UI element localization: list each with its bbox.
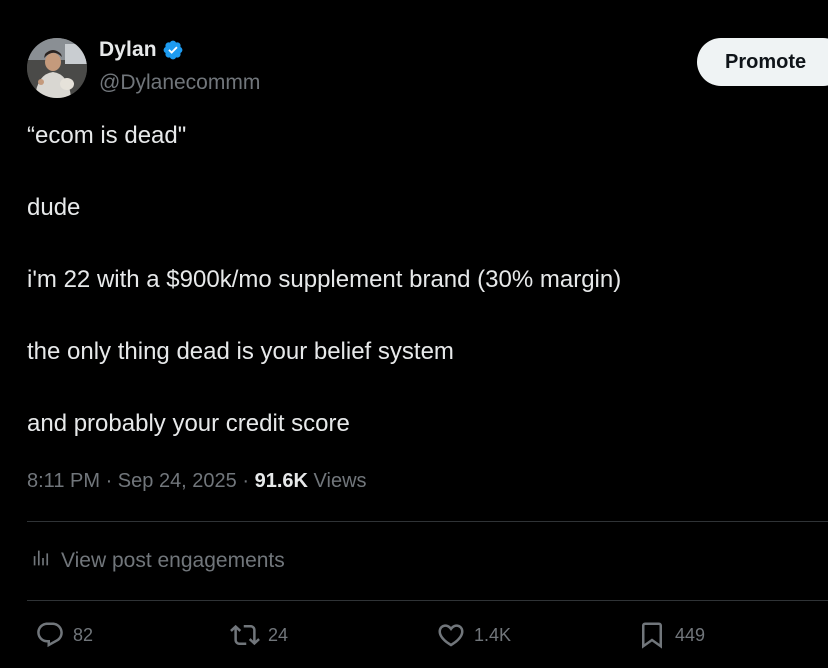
analytics-icon — [31, 547, 53, 575]
avatar-image — [27, 38, 87, 98]
tweet-text-line: “ecom is dead" — [27, 122, 187, 149]
verified-badge-icon — [162, 39, 184, 61]
repost-button[interactable]: 24 — [230, 620, 288, 650]
tweet-time[interactable]: 8:11 PM — [27, 470, 100, 492]
avatar[interactable] — [27, 38, 87, 98]
tweet-date[interactable]: Sep 24, 2025 — [118, 470, 237, 492]
divider — [27, 521, 828, 522]
reply-button[interactable]: 82 — [35, 620, 93, 650]
view-post-engagements-link[interactable]: View post engagements — [31, 547, 285, 575]
author-name-row[interactable]: Dylan — [99, 38, 184, 62]
tweet-text-line: i'm 22 with a $900k/mo supplement brand … — [27, 266, 622, 293]
reply-count: 82 — [73, 624, 94, 645]
author-handle[interactable]: @Dylanecommm — [99, 71, 260, 95]
tweet-text-line: dude — [27, 194, 81, 221]
views-label: Views — [313, 470, 367, 492]
repost-icon — [230, 620, 260, 650]
meta-separator: · — [242, 470, 250, 492]
tweet-meta: 8:11 PM · Sep 24, 2025 · 91.6K Views — [27, 470, 367, 493]
tweet-text-line: and probably your credit score — [27, 410, 350, 437]
heart-icon — [436, 620, 466, 650]
tweet-text-line: the only thing dead is your belief syste… — [27, 338, 454, 365]
like-button[interactable]: 1.4K — [436, 620, 511, 650]
views-count: 91.6K — [254, 470, 308, 492]
like-count: 1.4K — [474, 624, 512, 645]
divider — [27, 600, 828, 601]
bookmark-button[interactable]: 449 — [637, 620, 705, 650]
bookmark-icon — [637, 620, 667, 650]
view-post-engagements-label: View post engagements — [61, 549, 285, 572]
author-display-name[interactable]: Dylan — [99, 38, 157, 62]
bookmark-count: 449 — [675, 624, 706, 645]
meta-separator: · — [105, 470, 113, 492]
promote-button[interactable]: Promote — [697, 38, 828, 86]
repost-count: 24 — [268, 624, 289, 645]
reply-icon — [35, 620, 65, 650]
